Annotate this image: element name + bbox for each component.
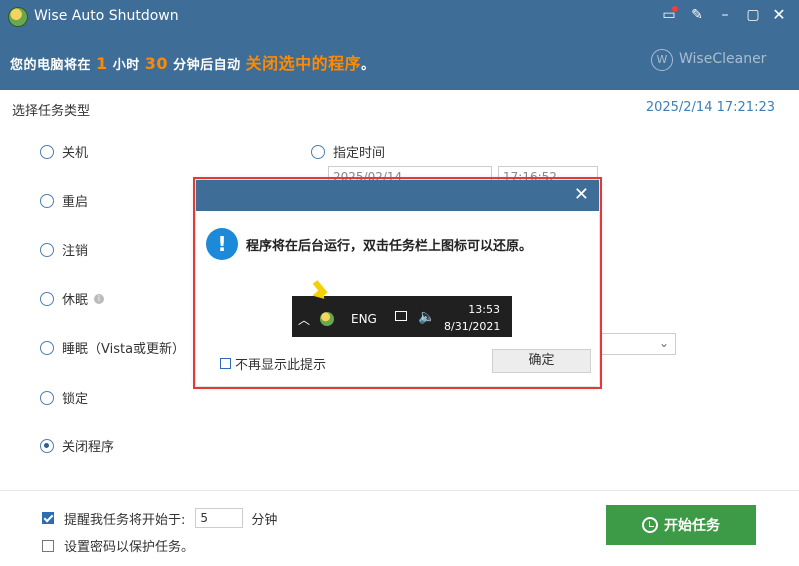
radio-label: 注销 (62, 244, 89, 259)
radio-label: 关机 (62, 146, 89, 161)
start-task-label: 开始任务 (664, 518, 720, 534)
feedback-icon[interactable]: ▭ (660, 6, 678, 24)
radio-circle-selected[interactable] (40, 438, 54, 453)
remind-label: 提醒我任务将开始于: (64, 512, 186, 528)
highlight-outline (193, 177, 602, 389)
wisecleaner-brand[interactable]: W WiseCleaner (651, 49, 766, 71)
program-select[interactable]: ⌄ (600, 333, 676, 355)
remind-minutes-input[interactable]: 5 (195, 508, 244, 528)
radio-circle[interactable] (40, 340, 54, 355)
radio-circle[interactable] (40, 242, 54, 257)
password-label: 设置密码以保护任务。 (64, 540, 195, 555)
banner-action: 关闭选中的程序 (245, 54, 362, 73)
password-checkbox[interactable] (42, 539, 54, 552)
title-bar: Wise Auto Shutdown ▭ ✎ – ▢ ✕ 您的电脑将在 1 小时… (0, 0, 799, 90)
minimize-button[interactable]: – (716, 6, 734, 24)
radio-label: 关闭程序 (62, 440, 115, 455)
close-button[interactable]: ✕ (770, 6, 788, 24)
remind-checkbox[interactable] (42, 512, 54, 524)
radio-sleep[interactable]: 睡眠（Vista或更新） (40, 338, 185, 357)
brand-label: WiseCleaner (679, 51, 767, 67)
radio-label: 休眠 (62, 293, 89, 308)
radio-lock[interactable]: 锁定 (40, 388, 88, 407)
banner-prefix: 您的电脑将在 (10, 58, 92, 73)
app-logo-icon (8, 7, 28, 27)
maximize-button[interactable]: ▢ (744, 6, 762, 24)
task-type-heading: 选择任务类型 (12, 104, 91, 119)
radio-circle[interactable] (40, 144, 54, 159)
info-icon[interactable]: i (94, 293, 105, 304)
remind-unit: 分钟 (251, 512, 278, 528)
radio-circle[interactable] (311, 144, 325, 159)
banner-suffix: 。 (361, 58, 375, 73)
status-banner: 您的电脑将在 1 小时 30 分钟后自动 关闭选中的程序。 (10, 50, 375, 74)
chevron-down-icon: ⌄ (658, 336, 669, 350)
banner-hours: 1 (96, 54, 108, 73)
radio-close-program[interactable]: 关闭程序 (40, 436, 114, 455)
radio-logoff[interactable]: 注销 (40, 240, 88, 259)
remind-row: 提醒我任务将开始于: 5 分钟 (42, 508, 277, 528)
current-datetime: 2025/2/14 17:21:23 (645, 100, 775, 115)
alarm-clock-icon (642, 517, 658, 533)
radio-label: 重启 (62, 195, 89, 210)
radio-circle[interactable] (40, 193, 54, 208)
radio-specified-time[interactable]: 指定时间 (311, 142, 385, 161)
radio-circle[interactable] (40, 390, 54, 405)
banner-hours-unit: 小时 (112, 58, 140, 73)
radio-hibernate[interactable]: 休眠 i (40, 289, 105, 308)
password-row: 设置密码以保护任务。 (42, 536, 194, 555)
radio-label: 锁定 (62, 392, 89, 407)
radio-label: 睡眠（Vista或更新） (62, 342, 186, 357)
radio-shutdown[interactable]: 关机 (40, 142, 88, 161)
start-task-button[interactable]: 开始任务 (606, 505, 756, 545)
radio-circle[interactable] (40, 291, 54, 306)
edit-icon[interactable]: ✎ (688, 6, 706, 24)
notification-dot (672, 6, 678, 12)
banner-minutes-unit: 分钟后自动 (173, 58, 241, 73)
radio-restart[interactable]: 重启 (40, 191, 88, 210)
banner-minutes: 30 (144, 54, 169, 73)
radio-label: 指定时间 (333, 146, 386, 161)
window-title: Wise Auto Shutdown (34, 8, 179, 24)
wisecleaner-logo-icon: W (651, 49, 673, 71)
